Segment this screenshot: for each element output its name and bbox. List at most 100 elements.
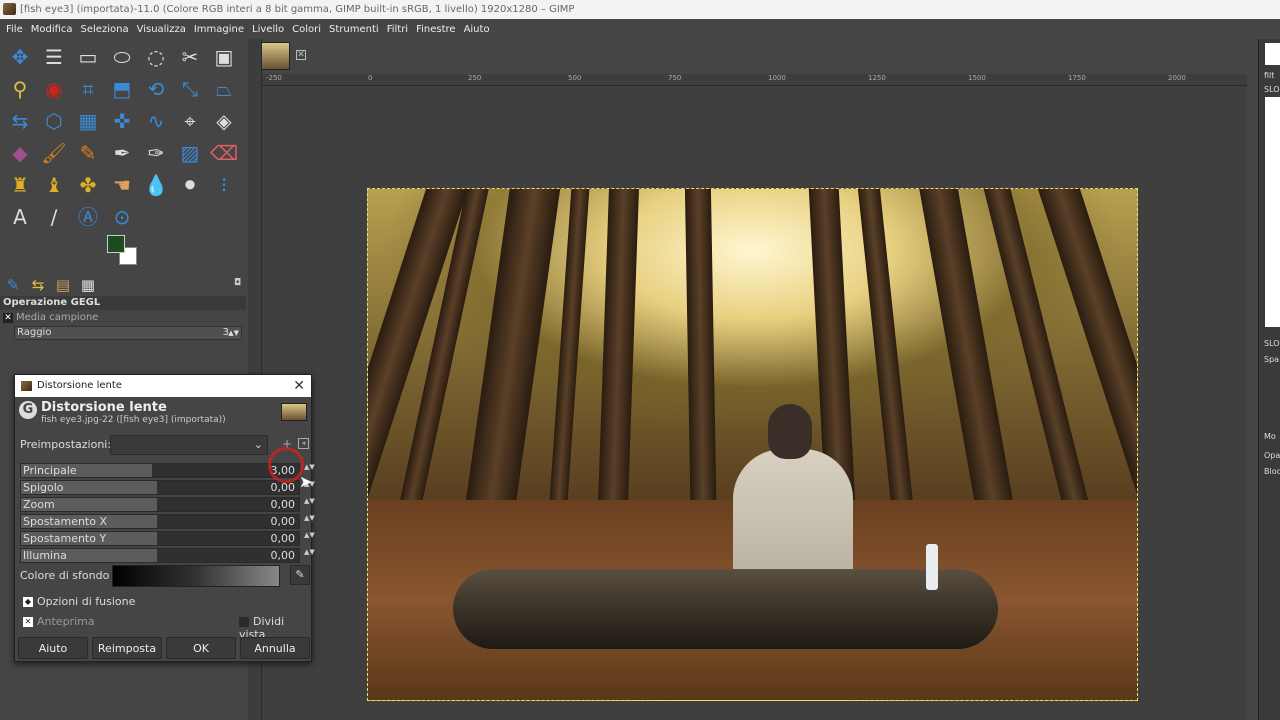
blur-icon[interactable]: 💧 [139, 169, 173, 201]
preview-checkbox[interactable]: ✕ Anteprima [23, 615, 95, 628]
raggio-spinner[interactable]: Raggio 3 ▲▼ [14, 326, 242, 340]
smudge-icon[interactable]: ☚ [105, 169, 139, 201]
presets-dropdown[interactable]: ⌄ [110, 435, 268, 455]
scale-icon[interactable]: ⤡ [173, 73, 207, 105]
slider-value[interactable]: 0,00 [271, 532, 296, 545]
ink-icon[interactable]: ✑ [139, 137, 173, 169]
menu-file[interactable]: File [2, 24, 27, 35]
spin-arrows-icon[interactable]: ▲▼ [304, 464, 315, 471]
media-campione-row[interactable]: ✕ Media campione [3, 311, 243, 325]
align-icon[interactable]: ☰ [37, 41, 71, 73]
color-select-icon[interactable]: ◉ [37, 73, 71, 105]
airbrush-icon[interactable]: ✒ [105, 137, 139, 169]
blend-options-toggle[interactable]: ◆ Opzioni di fusione [23, 595, 135, 608]
scissors-icon[interactable]: ✂ [173, 41, 207, 73]
slider-label: Spostamento X [23, 515, 108, 528]
images-tab-icon[interactable]: ▤ [52, 275, 74, 295]
move-icon[interactable]: ✥ [3, 41, 37, 73]
ellipse-select-icon[interactable]: ⬭ [105, 41, 139, 73]
dialog-heading: Distorsione lente [41, 400, 167, 415]
image-preview[interactable] [367, 188, 1138, 701]
ruler-tick: 2000 [1168, 74, 1186, 82]
spin-arrows-icon[interactable]: ▲▼ [304, 549, 315, 556]
menu-finestre[interactable]: Finestre [412, 24, 459, 35]
brushes-panel[interactable] [1265, 97, 1280, 327]
cancel-button[interactable]: Annulla [240, 637, 310, 659]
rotate-icon[interactable]: ⟲ [139, 73, 173, 105]
path-icon[interactable]: ∿ [139, 105, 173, 137]
color-swatches[interactable] [107, 235, 139, 267]
magnify-icon[interactable]: Ⓐ [71, 201, 105, 233]
dodge-icon[interactable]: ⚫ [173, 169, 207, 201]
perspective-icon[interactable]: ⏢ [207, 73, 241, 105]
fuzzy-select-icon[interactable]: ⚲ [3, 73, 37, 105]
warp-icon[interactable]: ▦ [71, 105, 105, 137]
slider-illumina[interactable]: Illumina 0,00 ▲▼ [20, 548, 315, 563]
slider-zoom[interactable]: Zoom 0,00 ▲▼ [20, 497, 315, 512]
spin-arrows-icon[interactable]: ▲▼ [304, 498, 315, 505]
help-button[interactable]: Aiuto [18, 637, 88, 659]
unified-transform-icon[interactable]: ⬒ [105, 73, 139, 105]
close-icon[interactable]: ✕ [293, 375, 305, 397]
dock-label: SLO [1264, 339, 1280, 348]
templates-tab-icon[interactable]: ▦ [77, 275, 99, 295]
slider-value[interactable]: 0,00 [271, 498, 296, 511]
brush-preview[interactable] [1265, 43, 1280, 65]
color-picker-icon[interactable]: ✎ [290, 565, 310, 585]
menu-colori[interactable]: Colori [288, 24, 325, 35]
pencil-icon[interactable]: ✎ [71, 137, 105, 169]
foreground-color[interactable] [107, 235, 125, 253]
menu-filtri[interactable]: Filtri [383, 24, 412, 35]
heal-icon[interactable]: ♝ [37, 169, 71, 201]
slider-value[interactable]: 0,00 [271, 549, 296, 562]
menu-visualizza[interactable]: Visualizza [133, 24, 190, 35]
chevron-down-icon: ⌄ [253, 438, 263, 451]
mypaint-icon[interactable]: ▨ [173, 137, 207, 169]
menu-immagine[interactable]: Immagine [190, 24, 248, 35]
reset-button[interactable]: Reimposta [92, 637, 162, 659]
tool-options-tab-icon[interactable]: ✎ [2, 275, 24, 295]
bg-color-button[interactable] [112, 565, 280, 587]
clone-icon[interactable]: ♜ [3, 169, 37, 201]
slider-spostamento-x[interactable]: Spostamento X 0,00 ▲▼ [20, 514, 315, 529]
rect-select-icon[interactable]: ▭ [71, 41, 105, 73]
eraser-icon[interactable]: ⌫ [207, 137, 241, 169]
flip-icon[interactable]: ⇆ [3, 105, 37, 137]
bucket-fill-icon[interactable]: ⁝ [207, 169, 241, 201]
undo-history-tab-icon[interactable]: ⇆ [27, 275, 49, 295]
color-picker-icon[interactable]: ◈ [207, 105, 241, 137]
menu-seleziona[interactable]: Seleziona [77, 24, 133, 35]
paths-icon[interactable]: ∕ [37, 201, 71, 233]
perspective-clone-icon[interactable]: ✤ [71, 169, 105, 201]
zoom-icon[interactable]: ⊙ [105, 201, 139, 233]
gradient-icon[interactable]: ◆ [3, 137, 37, 169]
menu-livello[interactable]: Livello [248, 24, 288, 35]
dock-menu-icon[interactable]: ◘ [234, 278, 241, 288]
cage-icon[interactable]: ⬡ [37, 105, 71, 137]
paintbrush-icon[interactable]: 🖌 [37, 137, 71, 169]
foreground-select-icon[interactable]: ▣ [207, 41, 241, 73]
menu-strumenti[interactable]: Strumenti [325, 24, 383, 35]
preset-menu-icon[interactable]: ◂ [298, 438, 309, 449]
slider-value[interactable]: 0,00 [271, 481, 296, 494]
lasso-icon[interactable]: ◌ [139, 41, 173, 73]
handle-transform-icon[interactable]: ✜ [105, 105, 139, 137]
menu-aiuto[interactable]: Aiuto [460, 24, 494, 35]
menu-modifica[interactable]: Modifica [27, 24, 77, 35]
measure-icon[interactable]: ⌖ [173, 105, 207, 137]
spin-arrows-icon[interactable]: ▲▼ [228, 327, 239, 339]
dialog-title: Distorsione lente [37, 380, 122, 391]
spin-arrows-icon[interactable]: ▲▼ [304, 532, 315, 539]
spin-arrows-icon[interactable]: ▲▼ [304, 515, 315, 522]
text-icon[interactable]: A [3, 201, 37, 233]
ok-button[interactable]: OK [166, 637, 236, 659]
slider-principale[interactable]: Principale 3,00 ▲▼ [20, 463, 315, 478]
slider-value[interactable]: 0,00 [271, 515, 296, 528]
slider-spigolo[interactable]: Spigolo 0,00 ▲▼ [20, 480, 315, 495]
slider-spostamento-y[interactable]: Spostamento Y 0,00 ▲▼ [20, 531, 315, 546]
crop-icon[interactable]: ⌗ [71, 73, 105, 105]
close-icon[interactable]: ✕ [296, 50, 306, 60]
checkbox-icon[interactable]: ✕ [3, 313, 13, 323]
bottle [926, 544, 938, 590]
bg-color-row: Colore di sfondo ✎ [20, 565, 310, 587]
